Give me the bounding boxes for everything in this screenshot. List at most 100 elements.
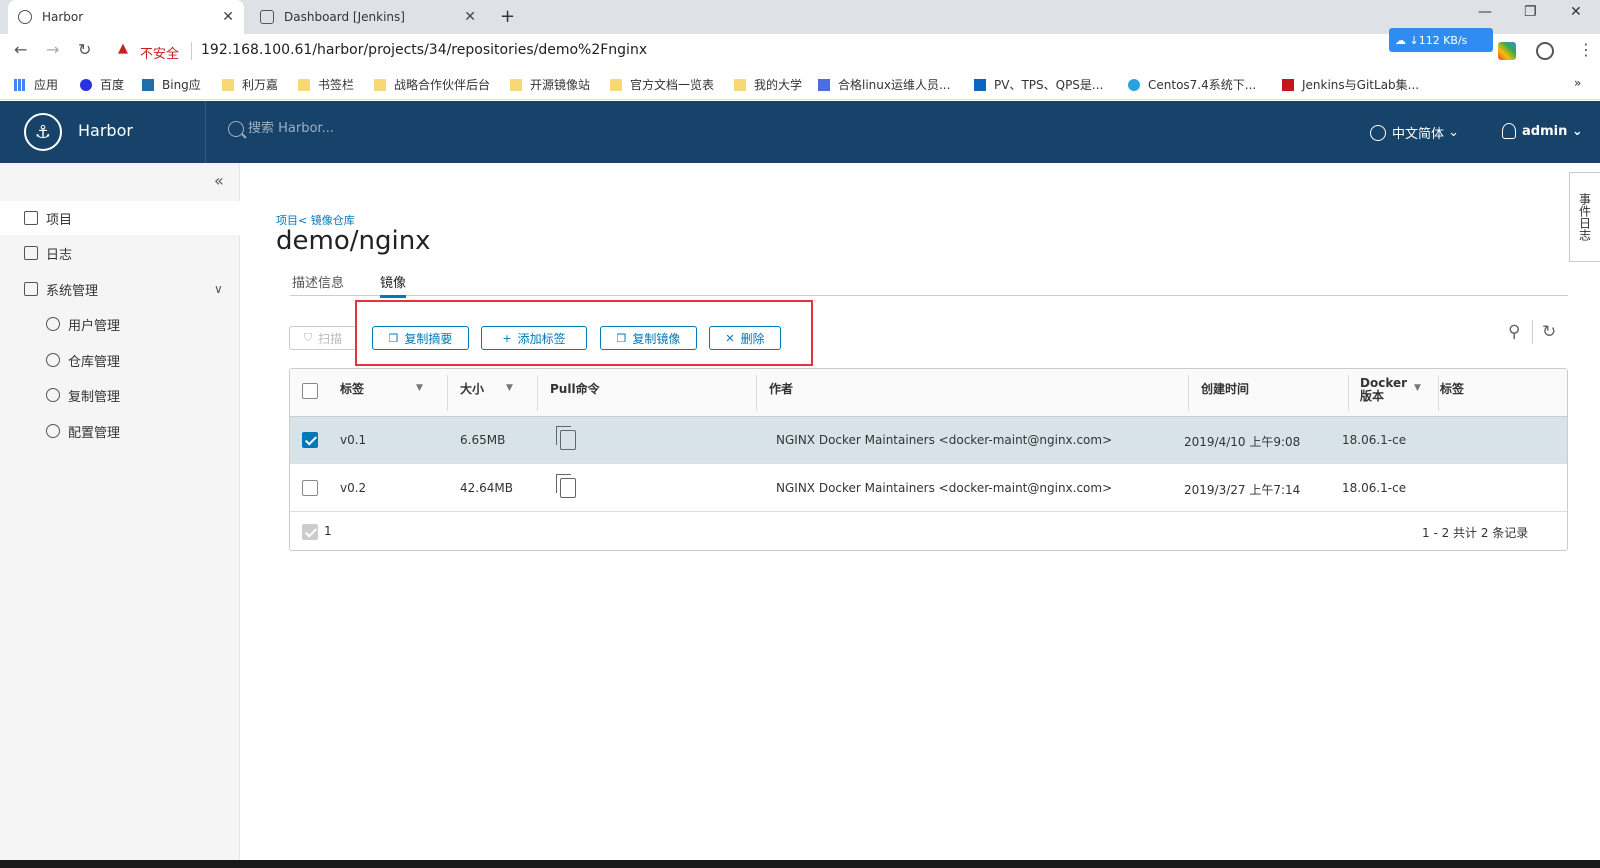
event-log-tab[interactable]: 事件日志 (1569, 172, 1600, 262)
bookmark-folder[interactable]: 官方文档一览表 (610, 76, 714, 93)
row-checkbox[interactable] (302, 480, 318, 496)
datagrid-footer: 1 1 - 2 共计 2 条记录 (290, 513, 1567, 550)
speed-value: 112 KB/s (1418, 33, 1468, 47)
selection-count-icon (302, 524, 318, 540)
filter-icon[interactable]: ▼ (1414, 383, 1421, 393)
browser-tab-harbor[interactable]: Harbor ✕ (8, 0, 244, 34)
folder-icon (610, 78, 622, 91)
brand-name[interactable]: Harbor (78, 121, 133, 140)
column-header-docker-version[interactable]: Docker 版本 (1360, 377, 1407, 403)
tab-title: Dashboard [Jenkins] (284, 10, 405, 24)
tab-description[interactable]: 描述信息 (292, 272, 344, 291)
size-cell: 42.64MB (460, 481, 513, 495)
sidebar-item-configuration[interactable]: 配置管理 (0, 414, 240, 448)
bookmark-folder[interactable]: 战略合作伙伴后台 (374, 76, 490, 93)
column-header-size[interactable]: 大小 (460, 383, 484, 396)
bookmark-link[interactable]: Centos7.4系统下... (1128, 76, 1256, 93)
bookmark-baidu[interactable]: 百度 (80, 76, 124, 93)
filter-icon[interactable]: ▼ (506, 383, 513, 393)
bookmarks-overflow-icon[interactable]: » (1574, 76, 1581, 90)
bookmark-link[interactable]: Jenkins与GitLab集... (1282, 76, 1419, 93)
profile-icon[interactable] (1536, 42, 1554, 60)
bookmark-link[interactable]: PV、TPS、QPS是... (974, 76, 1103, 93)
bookmark-folder[interactable]: 我的大学 (734, 76, 802, 93)
column-header-author[interactable]: 作者 (769, 383, 793, 396)
sidebar-item-administration[interactable]: 系统管理 ∨ (0, 272, 240, 306)
back-icon[interactable]: ← (14, 40, 27, 59)
language-selector[interactable]: 中文简体 ⌄ (1370, 123, 1459, 142)
bookmark-apps[interactable]: 应用 (14, 76, 58, 93)
projects-icon (24, 211, 38, 225)
url-divider (191, 42, 192, 60)
column-header-tag[interactable]: 标签 (340, 383, 364, 396)
tag-cell[interactable]: v0.1 (340, 433, 366, 447)
forward-icon[interactable]: → (46, 40, 59, 59)
restore-icon[interactable]: ❐ (1524, 4, 1537, 20)
registry-icon (46, 353, 60, 367)
apps-grid-icon (14, 78, 26, 91)
menu-icon[interactable]: ⋮ (1578, 40, 1594, 59)
filter-icon[interactable]: ▼ (416, 383, 423, 393)
bookmark-bing[interactable]: Bing应 (142, 76, 201, 93)
scan-button[interactable]: ⛉ 扫描 (289, 326, 357, 350)
author-cell: NGINX Docker Maintainers <docker-maint@n… (776, 433, 1113, 447)
username: admin (1522, 123, 1568, 139)
new-tab-button[interactable]: + (500, 6, 515, 27)
bookmark-label: 战略合作伙伴后台 (394, 78, 491, 92)
column-header-labels[interactable]: 标签 (1440, 383, 1464, 396)
browser-tab-jenkins[interactable]: Dashboard [Jenkins] ✕ (250, 0, 486, 34)
header-line: 版本 (1360, 389, 1385, 403)
table-row[interactable]: v0.2 42.64MB NGINX Docker Maintainers <d… (290, 465, 1567, 512)
url-input[interactable]: 192.168.100.61/harbor/projects/34/reposi… (201, 42, 647, 58)
copy-pull-command-icon[interactable] (556, 474, 576, 498)
bookmark-link[interactable]: 合格linux运维人员... (818, 76, 950, 93)
user-menu[interactable]: admin ⌄ (1502, 123, 1583, 139)
row-checkbox[interactable] (302, 432, 318, 448)
sidebar-item-projects[interactable]: 项目 (0, 201, 240, 235)
bookmark-folder[interactable]: 书签栏 (298, 76, 354, 93)
search-icon (228, 121, 244, 137)
copy-pull-command-icon[interactable] (556, 426, 576, 450)
column-divider (1438, 375, 1439, 411)
table-row[interactable]: v0.1 6.65MB NGINX Docker Maintainers <do… (290, 417, 1567, 464)
tab-title: Harbor (42, 10, 84, 24)
highlight-annotation-box (355, 300, 813, 366)
sidebar-item-registries[interactable]: 仓库管理 (0, 343, 240, 377)
bookmark-folder[interactable]: 开源镜像站 (510, 76, 590, 93)
tab-images[interactable]: 镜像 (380, 272, 407, 298)
reload-icon[interactable]: ↻ (78, 40, 91, 59)
collapse-sidebar-icon[interactable]: « (214, 171, 224, 190)
sidebar-item-replication[interactable]: 复制管理 (0, 378, 240, 412)
insecure-label[interactable]: 不安全 (140, 43, 179, 62)
bookmark-label: 利万嘉 (242, 78, 279, 92)
docker-version-cell: 18.06.1-ce (1342, 481, 1407, 495)
extension-icon[interactable] (1498, 42, 1516, 60)
column-header-created[interactable]: 创建时间 (1201, 383, 1249, 396)
users-icon (46, 317, 60, 331)
close-icon[interactable]: ✕ (464, 9, 476, 25)
sidebar-item-users[interactable]: 用户管理 (0, 307, 240, 341)
bookmark-folder[interactable]: 利万嘉 (222, 76, 278, 93)
sidebar-item-label: 用户管理 (68, 318, 121, 334)
sidebar-item-logs[interactable]: 日志 (0, 236, 240, 270)
bookmark-label: Jenkins与GitLab集... (1302, 78, 1420, 92)
select-all-checkbox[interactable] (302, 383, 318, 399)
column-header-pull-command[interactable]: Pull命令 (550, 383, 600, 396)
search-icon[interactable]: ⚲ (1508, 322, 1520, 342)
gear-icon (46, 424, 60, 438)
close-icon[interactable]: ✕ (222, 9, 234, 25)
chevron-down-icon[interactable]: ∨ (214, 282, 223, 296)
close-window-icon[interactable]: ✕ (1570, 4, 1582, 20)
harbor-logo-icon[interactable]: ⚓ (24, 113, 62, 151)
global-search-input[interactable] (248, 121, 548, 136)
tag-cell[interactable]: v0.2 (340, 481, 366, 495)
refresh-icon[interactable]: ↻ (1542, 322, 1556, 342)
minimize-icon[interactable]: — (1478, 4, 1492, 20)
column-divider (1188, 375, 1189, 411)
bookmark-label: Centos7.4系统下... (1148, 78, 1257, 92)
bookmark-label: 官方文档一览表 (630, 78, 715, 92)
jenkins-favicon-icon (260, 10, 274, 24)
sidebar-item-label: 复制管理 (68, 389, 121, 405)
admin-icon (24, 282, 38, 296)
pen-icon (818, 78, 830, 91)
